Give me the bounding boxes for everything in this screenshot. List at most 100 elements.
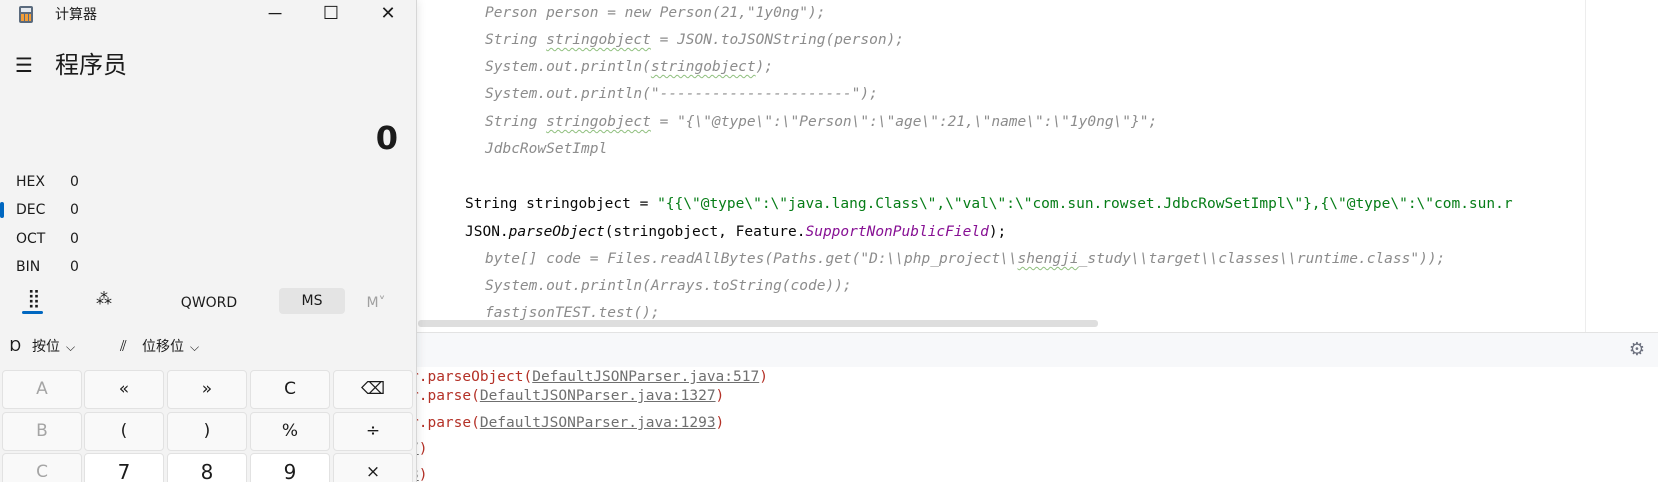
code-text: Person person = new Person(21,"1y0ng"); <box>485 5 826 21</box>
code-line[interactable]: System.out.println(stringobject); <box>485 57 773 77</box>
memory-store-button[interactable]: MS <box>279 288 345 314</box>
key-close-paren[interactable]: ) <box>167 412 247 451</box>
radix-row-bin[interactable]: BIN 0 <box>0 254 416 280</box>
key-7[interactable]: 7 <box>84 453 164 482</box>
console-text: r.parse( <box>410 388 480 404</box>
key-c-hex[interactable]: C <box>2 453 82 482</box>
stacktrace-link[interactable]: DefaultJSONParser.java:1327 <box>480 388 716 404</box>
radix-label: OCT <box>16 231 46 247</box>
minimize-button[interactable]: ─ <box>247 0 303 30</box>
code-text: = "{\"@type\":\"Person\":\"age\":21,\"na… <box>650 114 1158 130</box>
console-line: r.parse(DefaultJSONParser.java:1327) <box>410 386 724 406</box>
code-line[interactable]: JSON.parseObject(stringobject, Feature.S… <box>465 222 1006 242</box>
code-text: String <box>485 114 547 130</box>
code-text: System.out.println( <box>485 59 651 75</box>
code-text: System.out.println(Arrays.toString(code)… <box>485 278 852 294</box>
code-warning-token: shengji <box>1017 251 1079 267</box>
bit-toggle-icon[interactable]: ⁂ <box>94 288 114 310</box>
calculator-window: 计算器 ─ ☐ ✕ ☰ 程序员 0 HEX 0 DEC 0 OCT 0 BIN … <box>0 0 417 482</box>
radix-row-oct[interactable]: OCT 0 <box>0 226 416 252</box>
key-multiply[interactable]: × <box>333 453 413 482</box>
editor-right-margin <box>1585 0 1586 332</box>
code-line[interactable]: String stringobject = JSON.toJSONString(… <box>485 30 904 50</box>
radix-label: BIN <box>16 259 41 275</box>
logic-gate-icon: Ɒ <box>10 337 22 355</box>
gear-icon[interactable]: ⚙ <box>1627 340 1647 360</box>
code-line[interactable]: Person person = new Person(21,"1y0ng"); <box>485 3 825 23</box>
close-button[interactable]: ✕ <box>360 0 416 30</box>
console-text: ) <box>715 415 725 431</box>
word-size-button[interactable]: QWORD <box>170 290 248 316</box>
code-line[interactable]: String stringobject = "{\"@type\":\"Pers… <box>485 112 1157 132</box>
bitwise-label: 按位 <box>32 339 60 355</box>
code-line[interactable]: System.out.println(Arrays.toString(code)… <box>485 276 852 296</box>
mode-title: 程序员 <box>55 51 127 79</box>
console-text: r.parse( <box>410 415 480 431</box>
active-tab-indicator <box>22 311 43 314</box>
key-clear[interactable]: C <box>250 370 330 409</box>
key-shift-left[interactable]: « <box>84 370 164 409</box>
radix-row-dec[interactable]: DEC 0 <box>0 197 416 223</box>
keypad-grid-icon[interactable]: ⣿ <box>23 288 45 310</box>
code-text: _study\\target\\classes\\runtime.class")… <box>1078 251 1446 267</box>
maximize-button[interactable]: ☐ <box>303 0 359 30</box>
code-text: String <box>485 32 547 48</box>
bitshift-dropdown[interactable]: ⫽ 位移位 ⌵ <box>120 334 199 358</box>
key-8[interactable]: 8 <box>167 453 247 482</box>
code-text: (stringobject, Feature. <box>604 224 806 240</box>
code-text: fastjsonTEST.test(); <box>485 305 660 321</box>
radix-label: DEC <box>16 202 46 218</box>
console-line: r.parseObject(DefaultJSONParser.java:517… <box>410 367 768 387</box>
key-shift-right[interactable]: » <box>167 370 247 409</box>
key-divide[interactable]: ÷ <box>333 412 413 451</box>
code-field-token: SupportNonPublicField <box>805 224 989 240</box>
key-open-paren[interactable]: ( <box>84 412 164 451</box>
code-text: ); <box>755 59 774 75</box>
display-value: 0 <box>375 119 398 157</box>
code-warning-token: stringobject <box>650 59 756 75</box>
radix-value: 0 <box>70 174 79 190</box>
console-text: ) <box>715 388 725 404</box>
code-line[interactable]: byte[] code = Files.readAllBytes(Paths.g… <box>485 249 1445 269</box>
code-text: System.out.println("--------------------… <box>485 86 878 102</box>
code-text: ); <box>988 224 1007 240</box>
code-text: = JSON.toJSONString(person); <box>650 32 905 48</box>
key-percent[interactable]: % <box>250 412 330 451</box>
stacktrace-link[interactable]: DefaultJSONParser.java:1293 <box>480 415 716 431</box>
key-a[interactable]: A <box>2 370 82 409</box>
radix-value: 0 <box>70 231 79 247</box>
memory-menu-button[interactable]: M˅ <box>356 290 396 316</box>
hamburger-menu-icon[interactable]: ☰ <box>15 54 37 76</box>
chevron-down-icon: ⌵ <box>190 340 200 354</box>
code-string-literal: "{{\"@type\":\"java.lang.Class\",\"val\"… <box>657 196 1513 212</box>
code-line[interactable]: System.out.println("--------------------… <box>485 84 878 104</box>
key-b[interactable]: B <box>2 412 82 451</box>
calculator-titlebar[interactable]: 计算器 ─ ☐ ✕ <box>0 0 416 30</box>
window-title: 计算器 <box>55 7 97 23</box>
bitshift-label: 位移位 <box>142 339 184 355</box>
code-line[interactable]: String stringobject = "{{\"@type\":\"jav… <box>465 194 1513 214</box>
key-9[interactable]: 9 <box>250 453 330 482</box>
code-text: JdbcRowSetImpl <box>485 141 608 157</box>
code-text: JSON. <box>465 224 509 240</box>
console-text: ) <box>418 441 428 457</box>
bitwise-dropdown[interactable]: Ɒ 按位 ⌵ <box>10 334 75 358</box>
code-warning-token: stringobject <box>546 114 651 130</box>
stacktrace-link[interactable]: DefaultJSONParser.java:517 <box>532 369 759 385</box>
radix-value: 0 <box>70 259 79 275</box>
code-line[interactable]: JdbcRowSetImpl <box>485 139 607 159</box>
console-line: r.parse(DefaultJSONParser.java:1293) <box>410 413 724 433</box>
backspace-icon[interactable]: ⌫ <box>333 370 413 409</box>
selected-radix-indicator <box>0 202 4 218</box>
radix-label: HEX <box>16 174 45 190</box>
console-text: ) <box>759 369 768 385</box>
chevron-down-icon: ⌵ <box>66 340 76 354</box>
calculator-app-icon <box>19 6 33 23</box>
code-warning-token: stringobject <box>546 32 651 48</box>
code-text: byte[] code = Files.readAllBytes(Paths.g… <box>485 251 1018 267</box>
radix-row-hex[interactable]: HEX 0 <box>0 169 416 195</box>
console-text: r.parseObject( <box>410 369 533 385</box>
console-text: ) <box>418 467 428 482</box>
code-text: String stringobject = <box>465 196 658 212</box>
editor-horizontal-scrollbar[interactable] <box>418 320 1098 327</box>
